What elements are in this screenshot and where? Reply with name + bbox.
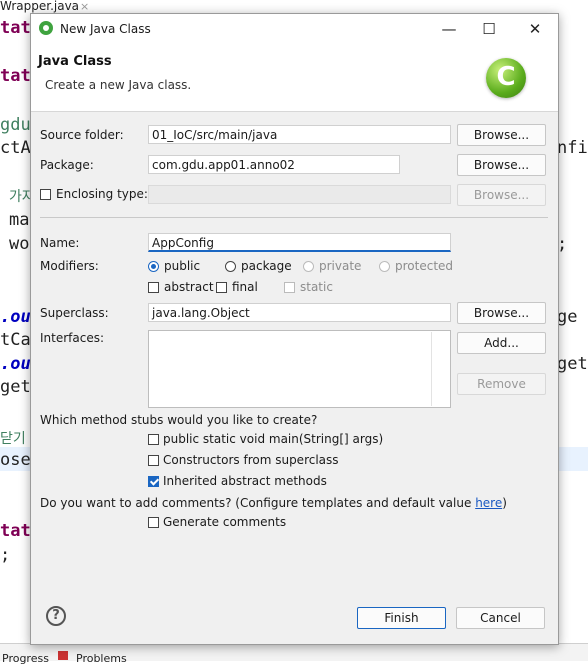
close-icon[interactable]: ✕ <box>515 14 555 44</box>
modifiers-label: Modifiers: <box>40 259 99 273</box>
dialog-titlebar[interactable]: New Java Class — ☐ ✕ <box>31 14 558 44</box>
modifier-private-radio[interactable] <box>303 261 314 272</box>
eclipse-icon <box>39 21 53 35</box>
enclosing-type-browse-button[interactable]: Browse... <box>457 184 546 206</box>
source-folder-input[interactable]: 01_IoC/src/main/java <box>148 125 451 144</box>
modifier-public-label: public <box>164 259 201 273</box>
code-fragment: ctA <box>0 138 31 158</box>
interfaces-label: Interfaces: <box>40 331 105 345</box>
code-fragment: get <box>557 354 588 374</box>
name-label: Name: <box>40 236 80 250</box>
source-folder-browse-button[interactable]: Browse... <box>457 124 546 146</box>
stub-main-checkbox[interactable] <box>148 434 159 445</box>
new-java-class-dialog: New Java Class — ☐ ✕ Java Class Create a… <box>30 13 559 645</box>
problems-tab[interactable]: Problems <box>76 652 127 665</box>
code-fragment: nfi <box>557 138 588 158</box>
code-fragment: tat <box>0 66 31 86</box>
package-label: Package: <box>40 158 94 172</box>
help-icon[interactable]: ? <box>46 606 66 626</box>
comments-question-text: Do you want to add comments? (Configure … <box>40 496 476 510</box>
interfaces-list[interactable] <box>148 330 451 408</box>
name-input[interactable]: AppConfig <box>148 233 451 252</box>
bottom-panel-tabs: Progress Problems <box>0 643 588 665</box>
dialog-header: Java Class Create a new Java class. C <box>31 44 558 112</box>
stub-constructors-label: Constructors from superclass <box>163 453 339 467</box>
modifier-abstract-label: abstract <box>164 280 214 294</box>
package-browse-button[interactable]: Browse... <box>457 154 546 176</box>
code-fragment: wo <box>9 234 30 254</box>
enclosing-type-checkbox[interactable] <box>40 189 51 200</box>
code-fragment: get <box>0 377 31 397</box>
modifier-static-label: static <box>300 280 333 294</box>
source-folder-label: Source folder: <box>40 128 124 142</box>
modifier-protected-radio[interactable] <box>379 261 390 272</box>
code-fragment: tCa <box>0 330 31 350</box>
configure-templates-link[interactable]: here <box>475 496 502 510</box>
cancel-button[interactable]: Cancel <box>456 607 545 629</box>
modifier-protected-label: protected <box>395 259 454 273</box>
stub-constructors-checkbox[interactable] <box>148 455 159 466</box>
editor-tab-label: Wrapper.java <box>0 0 80 13</box>
code-fragment: ose <box>0 450 31 470</box>
code-fragment: ge <box>557 307 578 327</box>
header-description: Create a new Java class. <box>45 78 192 92</box>
generate-comments-checkbox[interactable] <box>148 517 159 528</box>
finish-button[interactable]: Finish <box>357 607 446 629</box>
code-fragment: tat <box>0 18 31 38</box>
code-fragment: gdu <box>0 115 31 135</box>
code-fragment: .ou <box>0 354 31 374</box>
package-input[interactable]: com.gdu.app01.anno02 <box>148 155 400 174</box>
progress-tab[interactable]: Progress <box>2 652 49 665</box>
modifier-package-label: package <box>241 259 292 273</box>
comments-question: Do you want to add comments? (Configure … <box>40 496 507 510</box>
comments-question-end: ) <box>502 496 507 510</box>
minimize-icon[interactable]: — <box>429 14 469 44</box>
code-fragment: .ou <box>0 307 31 327</box>
separator <box>40 217 548 218</box>
superclass-label: Superclass: <box>40 306 109 320</box>
header-title: Java Class <box>38 54 112 69</box>
new-class-wizard-icon: C <box>486 58 526 98</box>
superclass-browse-button[interactable]: Browse... <box>457 302 546 324</box>
modifier-static-checkbox[interactable] <box>284 282 295 293</box>
enclosing-type-input[interactable] <box>148 185 451 204</box>
superclass-input[interactable]: java.lang.Object <box>148 303 451 322</box>
code-fragment: ; <box>0 545 11 565</box>
modifier-package-radio[interactable] <box>225 261 236 272</box>
code-fragment: 닫기 <box>0 431 26 447</box>
modifier-private-label: private <box>319 259 362 273</box>
modifier-public-radio[interactable] <box>148 261 159 272</box>
stub-inherited-checkbox[interactable] <box>148 476 159 487</box>
class-c-glyph: C <box>496 62 516 92</box>
remove-interface-button[interactable]: Remove <box>457 373 546 395</box>
generate-comments-label: Generate comments <box>163 515 287 529</box>
code-fragment: ma <box>9 210 30 230</box>
editor-tab-close-icon[interactable]: × <box>80 0 89 13</box>
modifier-final-checkbox[interactable] <box>216 282 227 293</box>
stub-main-label: public static void main(String[] args) <box>163 432 384 446</box>
modifier-final-label: final <box>232 280 258 294</box>
dialog-title: New Java Class <box>60 22 151 36</box>
enclosing-type-label: Enclosing type: <box>56 187 148 201</box>
method-stubs-question: Which method stubs would you like to cre… <box>40 413 318 427</box>
maximize-icon[interactable]: ☐ <box>469 14 509 44</box>
problems-icon <box>58 651 68 660</box>
interfaces-list-divider <box>431 332 432 406</box>
add-interface-button[interactable]: Add... <box>457 332 546 354</box>
stub-inherited-label: Inherited abstract methods <box>163 474 327 488</box>
code-fragment: tat <box>0 521 31 541</box>
modifier-abstract-checkbox[interactable] <box>148 282 159 293</box>
